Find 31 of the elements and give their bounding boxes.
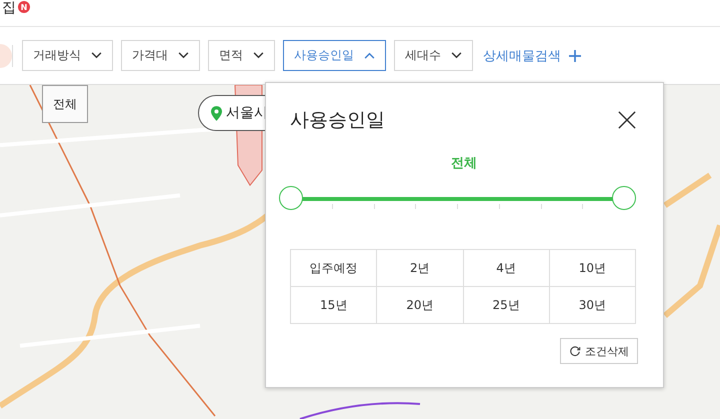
new-badge: N — [18, 1, 30, 13]
period-option[interactable]: 25년 — [464, 287, 550, 324]
period-option[interactable]: 10년 — [550, 250, 636, 287]
period-option[interactable]: 20년 — [377, 287, 464, 324]
filter-dropdown[interactable]: 사용승인일 — [283, 40, 386, 71]
period-option[interactable]: 30년 — [550, 287, 636, 324]
area-toggle[interactable]: 전체 — [42, 85, 88, 123]
filter-dropdown[interactable]: 세대수 — [394, 40, 473, 71]
slider-thumb[interactable] — [279, 186, 303, 210]
location-pin-icon — [211, 106, 222, 120]
period-option[interactable]: 2년 — [377, 250, 464, 287]
caret-icon — [364, 52, 375, 59]
period-option[interactable]: 4년 — [464, 250, 550, 287]
reset-button[interactable]: 조건삭제 — [560, 338, 638, 364]
detail-search-link[interactable]: 상세매물검색 — [479, 46, 585, 64]
filter-dropdown[interactable]: 면적 — [208, 40, 275, 71]
refresh-icon — [569, 345, 581, 357]
caret-icon — [91, 52, 102, 59]
caret-icon — [178, 52, 189, 59]
caret-icon — [253, 52, 264, 59]
popup-title: 사용승인일 — [290, 108, 385, 133]
filter-dropdown[interactable]: 가격대 — [121, 40, 200, 71]
slider-thumb[interactable] — [612, 186, 636, 210]
filter-dropdown[interactable]: 거래방식 — [22, 40, 113, 71]
period-option[interactable]: 15년 — [291, 287, 378, 324]
caret-icon — [451, 52, 462, 59]
period-option[interactable]: 입주예정 — [291, 250, 378, 287]
page-title: 집 — [2, 0, 16, 17]
range-label: 전체 — [450, 155, 478, 172]
plus-icon — [569, 50, 581, 62]
close-icon[interactable] — [618, 111, 636, 129]
